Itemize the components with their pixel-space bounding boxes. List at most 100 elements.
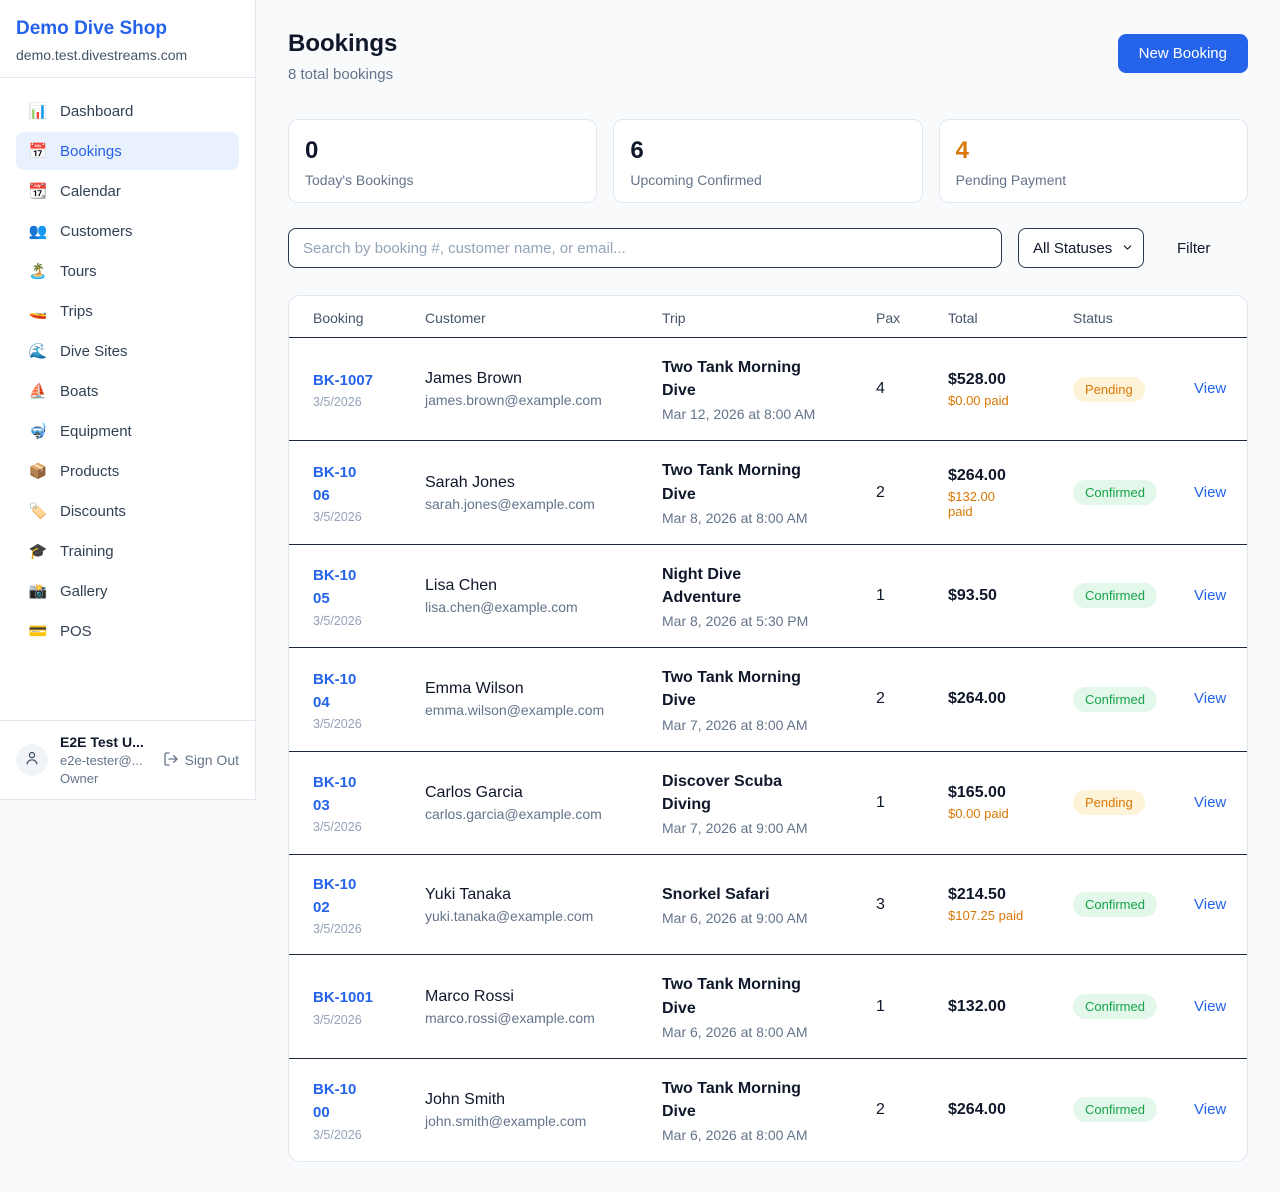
- trip-datetime: Mar 6, 2026 at 8:00 AM: [662, 1024, 852, 1040]
- sidebar: Demo Dive Shop demo.test.divestreams.com…: [0, 0, 256, 800]
- customer-email: lisa.chen@example.com: [425, 599, 638, 615]
- credit-card-icon: 💳: [28, 622, 48, 640]
- total-amount: $132.00: [948, 998, 1049, 1016]
- filter-button[interactable]: Filter: [1177, 240, 1210, 257]
- person-icon: [23, 749, 41, 772]
- trip-datetime: Mar 8, 2026 at 5:30 PM: [662, 613, 852, 629]
- sidebar-item-trips[interactable]: 🚤 Trips: [16, 292, 239, 330]
- status-badge: Confirmed: [1073, 583, 1157, 608]
- stats-row: 0 Today's Bookings 6 Upcoming Confirmed …: [288, 119, 1248, 203]
- status-badge: Confirmed: [1073, 687, 1157, 712]
- pax-count: 2: [876, 690, 885, 707]
- booking-date: 3/5/2026: [313, 395, 401, 409]
- sidebar-item-tours[interactable]: 🏝️ Tours: [16, 252, 239, 290]
- trip-name: Two Tank Morning Dive: [662, 356, 817, 402]
- customer-name: John Smith: [425, 1091, 638, 1109]
- booking-row: BK-1005 3/5/2026 Lisa Chen lisa.chen@exa…: [289, 544, 1248, 647]
- pax-count: 1: [876, 587, 885, 604]
- booking-row: BK-1003 3/5/2026 Carlos Garcia carlos.ga…: [289, 751, 1248, 854]
- customer-name: Carlos Garcia: [425, 784, 638, 802]
- booking-id-link[interactable]: BK-1006: [313, 461, 357, 508]
- status-filter-select[interactable]: All Statuses: [1018, 228, 1144, 268]
- booking-id-link[interactable]: BK-1005: [313, 564, 357, 611]
- status-select-wrap: All Statuses: [1018, 228, 1144, 268]
- status-badge: Confirmed: [1073, 994, 1157, 1019]
- view-link[interactable]: View: [1186, 484, 1226, 501]
- table-header-row: Booking Customer Trip Pax Total Status: [289, 296, 1248, 338]
- booking-id-link[interactable]: BK-1000: [313, 1078, 357, 1125]
- new-booking-button[interactable]: New Booking: [1118, 34, 1248, 73]
- stat-value: 6: [630, 137, 905, 165]
- page-subtitle: 8 total bookings: [288, 66, 397, 83]
- sidebar-item-dive-sites[interactable]: 🌊 Dive Sites: [16, 332, 239, 370]
- user-name: E2E Test U...: [60, 734, 144, 750]
- total-amount: $264.00: [948, 1101, 1049, 1119]
- booking-id-link[interactable]: BK-1007: [313, 369, 401, 392]
- sidebar-item-bookings[interactable]: 📅 Bookings: [16, 132, 239, 170]
- sidebar-item-discounts[interactable]: 🏷️ Discounts: [16, 492, 239, 530]
- booking-row: BK-1006 3/5/2026 Sarah Jones sarah.jones…: [289, 441, 1248, 544]
- brand-domain: demo.test.divestreams.com: [16, 47, 239, 63]
- sidebar-item-boats[interactable]: ⛵ Boats: [16, 372, 239, 410]
- sidebar-item-dashboard[interactable]: 📊 Dashboard: [16, 92, 239, 130]
- trip-name: Discover Scuba Diving: [662, 770, 817, 816]
- sidebar-item-pos[interactable]: 💳 POS: [16, 612, 239, 650]
- sidebar-nav: 📊 Dashboard 📅 Bookings 📆 Calendar 👥 Cust…: [0, 78, 255, 720]
- view-link[interactable]: View: [1186, 587, 1226, 604]
- customer-email: emma.wilson@example.com: [425, 702, 638, 718]
- total-amount: $264.00: [948, 467, 1049, 485]
- booking-row: BK-1000 3/5/2026 John Smith john.smith@e…: [289, 1058, 1248, 1161]
- booking-date: 3/5/2026: [313, 820, 401, 834]
- booking-id-link[interactable]: BK-1002: [313, 873, 357, 920]
- calendar-date-icon: 📅: [28, 142, 48, 160]
- view-link[interactable]: View: [1186, 998, 1226, 1015]
- booking-date: 3/5/2026: [313, 1128, 401, 1142]
- sidebar-item-training[interactable]: 🎓 Training: [16, 532, 239, 570]
- sidebar-item-equipment[interactable]: 🤿 Equipment: [16, 412, 239, 450]
- col-header-status: Status: [1061, 296, 1174, 338]
- speedboat-icon: 🚤: [28, 302, 48, 320]
- booking-row: BK-1007 3/5/2026 James Brown james.brown…: [289, 338, 1248, 441]
- tear-off-calendar-icon: 📆: [28, 182, 48, 200]
- total-amount: $214.50: [948, 886, 1049, 904]
- paid-amount: $107.25 paid: [948, 908, 1049, 923]
- sidebar-item-products[interactable]: 📦 Products: [16, 452, 239, 490]
- booking-id-link[interactable]: BK-1001: [313, 986, 401, 1009]
- view-link[interactable]: View: [1186, 794, 1226, 811]
- view-link[interactable]: View: [1186, 896, 1226, 913]
- booking-row: BK-1004 3/5/2026 Emma Wilson emma.wilson…: [289, 648, 1248, 751]
- avatar: [16, 744, 48, 776]
- status-badge: Pending: [1073, 377, 1145, 402]
- booking-date: 3/5/2026: [313, 510, 401, 524]
- customer-name: Emma Wilson: [425, 680, 638, 698]
- booking-date: 3/5/2026: [313, 614, 401, 628]
- trip-name: Two Tank Morning Dive: [662, 459, 817, 505]
- diving-mask-icon: 🤿: [28, 422, 48, 440]
- view-link[interactable]: View: [1186, 690, 1226, 707]
- trip-name: Two Tank Morning Dive: [662, 973, 817, 1019]
- sign-out-button[interactable]: Sign Out: [163, 751, 239, 770]
- brand-box: Demo Dive Shop demo.test.divestreams.com: [0, 0, 255, 78]
- page-title: Bookings: [288, 30, 397, 58]
- stat-card: 0 Today's Bookings: [288, 119, 597, 203]
- trip-datetime: Mar 6, 2026 at 9:00 AM: [662, 910, 852, 926]
- pax-count: 1: [876, 998, 885, 1015]
- customer-name: James Brown: [425, 370, 638, 388]
- view-link[interactable]: View: [1186, 380, 1226, 397]
- sidebar-item-calendar[interactable]: 📆 Calendar: [16, 172, 239, 210]
- status-badge: Confirmed: [1073, 892, 1157, 917]
- total-amount: $165.00: [948, 784, 1049, 802]
- col-header-customer: Customer: [413, 296, 650, 338]
- sign-out-label: Sign Out: [185, 752, 239, 768]
- stat-card: 4 Pending Payment: [939, 119, 1248, 203]
- booking-id-link[interactable]: BK-1003: [313, 771, 357, 818]
- user-box: E2E Test U... e2e-tester@... Owner Sign …: [0, 720, 255, 799]
- search-input[interactable]: [288, 228, 1002, 268]
- booking-id-link[interactable]: BK-1004: [313, 668, 357, 715]
- sidebar-item-customers[interactable]: 👥 Customers: [16, 212, 239, 250]
- pax-count: 2: [876, 484, 885, 501]
- total-amount: $528.00: [948, 371, 1049, 389]
- view-link[interactable]: View: [1186, 1101, 1226, 1118]
- sidebar-item-gallery[interactable]: 📸 Gallery: [16, 572, 239, 610]
- sailboat-icon: ⛵: [28, 382, 48, 400]
